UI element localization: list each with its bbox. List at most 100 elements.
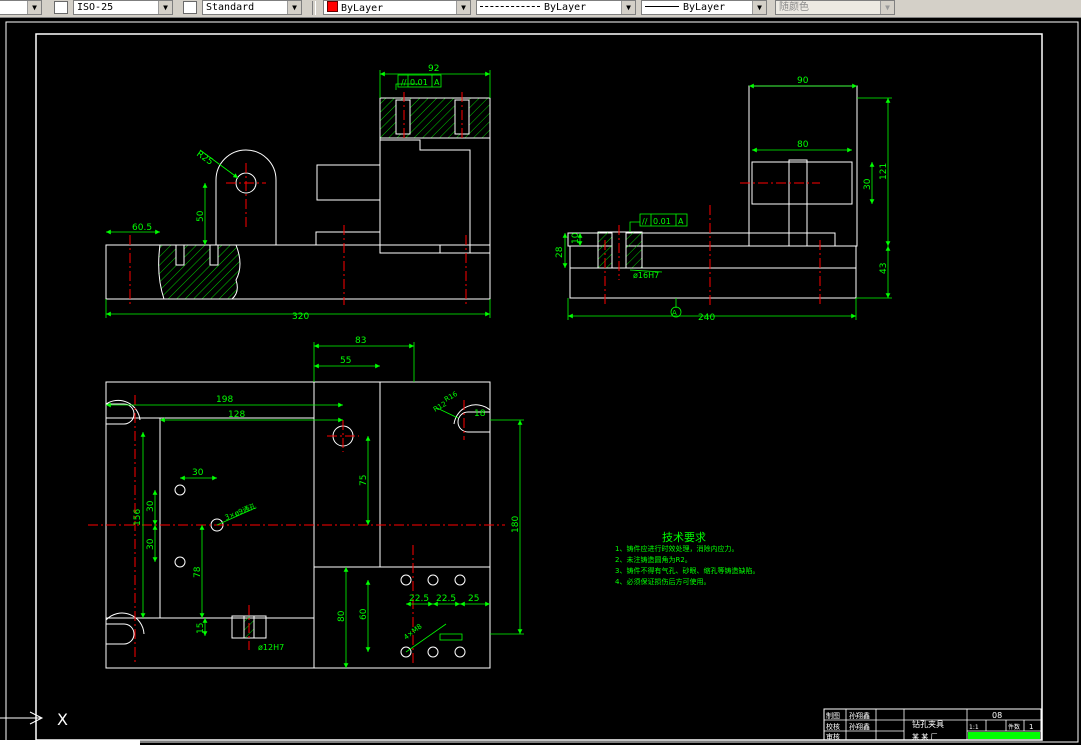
color-swatch-icon	[327, 1, 338, 12]
dim-text: 43	[879, 263, 889, 274]
dim-text: ø12H7	[258, 643, 284, 652]
dim-text: 30	[146, 538, 156, 550]
plan-slot-bl	[106, 623, 135, 645]
plan-hole	[174, 556, 186, 568]
text-style-icon[interactable]	[183, 1, 197, 14]
front-view	[105, 97, 491, 300]
lineweight-value: ByLayer	[683, 2, 726, 13]
plan-recess	[159, 417, 315, 619]
dim-text: 180	[511, 516, 521, 533]
chevron-down-icon: ▼	[456, 1, 470, 14]
part-name: 钻孔夹具	[912, 719, 944, 729]
front-slot-left	[395, 99, 411, 135]
chevron-down-icon: ▼	[287, 1, 301, 14]
dim-text: 15	[196, 623, 206, 634]
plan-slot-tl	[106, 403, 135, 425]
front-bolt-hole	[209, 244, 219, 266]
linetype-value: ByLayer	[544, 2, 587, 13]
plan-hole	[174, 484, 186, 496]
dim-text: 3×ø9通孔	[223, 501, 257, 522]
title-bar	[968, 732, 1040, 739]
linetype-dropdown[interactable]: ByLayer ▼	[476, 0, 636, 15]
dim-text: 78	[193, 566, 203, 578]
notes-line: 3、铸件不得有气孔、砂眼、缩孔等铸造缺陷。	[615, 566, 759, 575]
toolbar-left-dropdown[interactable]: ▼	[0, 0, 42, 15]
dim-text: 60	[359, 608, 369, 620]
plan-hole	[427, 574, 439, 586]
linetype-sample-icon	[480, 6, 540, 7]
side-dimensions	[562, 83, 892, 320]
notes-title: 技术要求	[662, 531, 706, 544]
dim-text: 90	[797, 76, 809, 86]
dim-text: 240	[698, 313, 715, 323]
dim-text: 28	[555, 246, 565, 258]
dim-text: 80	[337, 610, 347, 622]
dim-text: 156	[133, 509, 143, 526]
notes-line: 2、未注铸造圆角为R2。	[615, 555, 692, 564]
chevron-down-icon: ▼	[621, 1, 635, 14]
dim-text: 10	[571, 232, 581, 244]
dim-text: 92	[428, 64, 439, 74]
leader-line	[629, 221, 640, 232]
dim-text: 50	[196, 210, 206, 222]
title-cell: 审核	[826, 732, 840, 741]
dim-text: 22.5	[409, 594, 429, 604]
tolerance-text: 0.01	[653, 217, 671, 226]
front-bolt-hole	[175, 244, 185, 266]
plan-dimensions	[106, 342, 524, 668]
dim-text: 30	[192, 468, 204, 478]
dim-text: 320	[292, 312, 309, 322]
notes-line: 4、必须保证损伤后方可使用。	[615, 577, 710, 586]
command-line-strip[interactable]	[0, 740, 140, 745]
text-style-value: Standard	[206, 2, 255, 13]
dim-text: 75	[359, 475, 369, 486]
dim-text: R25	[194, 149, 214, 167]
dim-text: 55	[340, 356, 351, 366]
side-view	[567, 85, 858, 299]
title-cell: 孙翔鑫	[849, 711, 870, 720]
properties-toolbar: ▼ ISO-25 ▼ Standard ▼ ByLayer ▼ ByLayer ▼ By…	[0, 0, 1081, 18]
chevron-down-icon: ▼	[27, 1, 41, 14]
tolerance-symbol: //	[401, 78, 407, 87]
plan-centerlines	[88, 395, 505, 665]
title-cell: 校核	[826, 722, 840, 731]
plot-style-value: 随颜色	[779, 2, 809, 13]
hatch-box	[439, 633, 463, 641]
datum-text: A	[672, 309, 677, 317]
dimension-style-dropdown[interactable]: ISO-25 ▼	[73, 0, 173, 15]
dim-text: 30	[863, 178, 873, 190]
plot-style-dropdown: 随颜色 ▼	[775, 0, 895, 15]
chevron-down-icon: ▼	[880, 1, 894, 14]
drawing-frame	[35, 33, 1043, 741]
color-value: ByLayer	[341, 3, 384, 14]
count-label: 件数	[1008, 723, 1020, 731]
dim-text: 25	[468, 594, 479, 604]
dim-text: 128	[228, 410, 245, 420]
dimension-style-value: ISO-25	[77, 2, 114, 13]
drawing-canvas[interactable]: 92 320 60.5 50 R25 // 0.01 A 90 80 30 12…	[0, 18, 1081, 745]
front-base-top	[106, 231, 380, 246]
scale-value: 1:1	[969, 724, 979, 731]
notes-line: 1、铸件应进行时效处理，消除内应力。	[615, 544, 738, 553]
dim-text: 30	[146, 500, 156, 512]
color-dropdown[interactable]: ByLayer ▼	[323, 0, 471, 15]
chevron-down-icon: ▼	[158, 1, 172, 14]
tolerance-symbol: //	[642, 217, 648, 226]
dim-text: ø16H7	[633, 271, 659, 280]
dim-text: 18	[474, 409, 486, 419]
chevron-down-icon: ▼	[752, 1, 766, 14]
title-block: 制图 孙翔鑫 校核 孙翔鑫 审核 钻孔夹具 某 某 厂 08 1:1 件数 1	[823, 708, 1042, 741]
lineweight-dropdown[interactable]: ByLayer ▼	[641, 0, 767, 15]
title-cell: 孙翔鑫	[849, 722, 870, 731]
dimension-style-icon[interactable]	[54, 1, 68, 14]
dim-text: 60.5	[132, 223, 152, 233]
datum-text: A	[434, 78, 440, 87]
dim-text: 80	[797, 140, 809, 150]
ucs-x-label: X	[57, 710, 68, 729]
text-style-dropdown[interactable]: Standard ▼	[202, 0, 302, 15]
datum-text: A	[678, 217, 684, 226]
dim-text: 198	[216, 395, 233, 405]
toolbar-separator	[312, 1, 316, 15]
dim-text: 22.5	[436, 594, 456, 604]
plan-hole	[400, 574, 412, 586]
